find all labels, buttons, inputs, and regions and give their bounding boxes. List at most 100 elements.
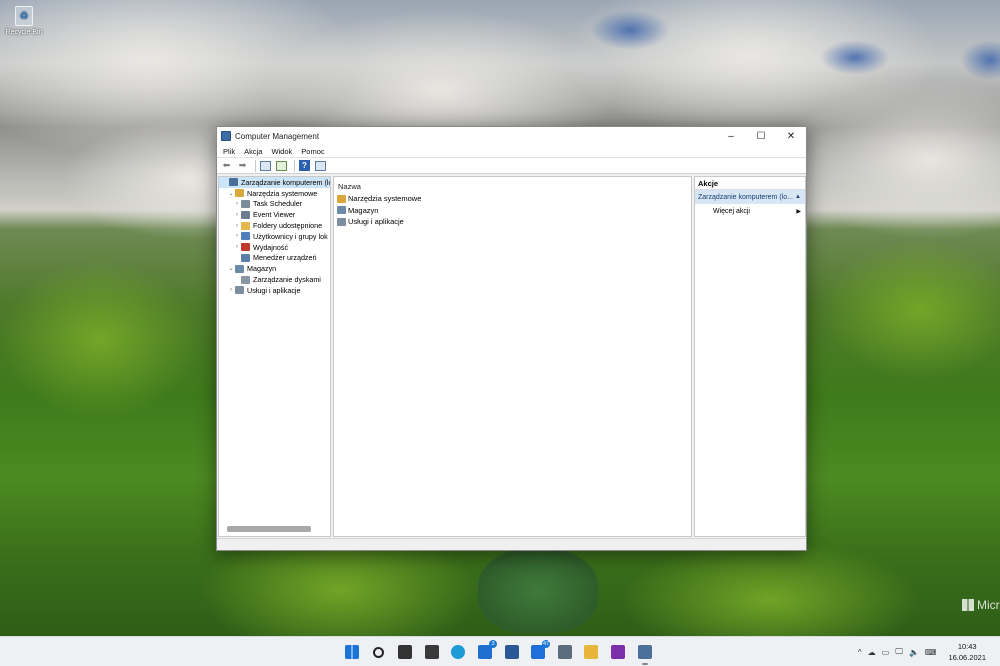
computer-management-window: Computer Management – ☐ ✕ Plik Akcja Wid… (216, 126, 807, 551)
onenote-icon[interactable] (609, 643, 627, 661)
recycle-bin-label: Recycle Bin (5, 29, 43, 36)
word-glyph (504, 645, 519, 659)
tree-node-label: Usługi i aplikacje (247, 285, 301, 295)
tree-node-label: Menedżer urządzeń (253, 253, 317, 263)
list-item-label: Narzędzia systemowe (348, 194, 422, 203)
tree-node-icon (241, 221, 250, 230)
tree-node[interactable]: › Wydajność (219, 242, 330, 253)
recycle-bin-shortcut[interactable]: ♻ Recycle Bin (4, 6, 44, 36)
forward-arrow-icon[interactable]: ➡ (236, 159, 249, 172)
chevron-down-icon[interactable]: ⌄ (227, 265, 235, 272)
tree-node-icon (241, 232, 250, 241)
tree-node-icon (241, 199, 250, 208)
tree-node-label: Magazyn (247, 264, 277, 274)
tree-node[interactable]: ⌄ Magazyn (219, 263, 330, 274)
calculator-icon[interactable] (556, 643, 574, 661)
tree-node-icon (235, 286, 244, 295)
taskbar: 3 47 ^ ☁ ▭ 🖵 🔈 ⌨ 10:43 16.06.2021 (0, 636, 1000, 666)
chevron-right-icon[interactable]: › (227, 287, 235, 293)
tree-node-icon (235, 189, 244, 198)
toolbar-separator (255, 159, 256, 172)
file-explorer-icon[interactable] (582, 643, 600, 661)
tree-node[interactable]: Zarządzanie dyskami (219, 274, 330, 285)
menu-plik[interactable]: Plik (223, 147, 235, 156)
tree-node[interactable]: Menedżer urządzeń (219, 253, 330, 264)
microsoft-logo-icon (962, 599, 974, 611)
chevron-right-icon[interactable]: › (233, 233, 241, 239)
volume-icon[interactable]: 🔈 (909, 648, 919, 657)
widgets-icon[interactable] (423, 643, 441, 661)
clock-time: 10:43 (957, 642, 977, 651)
menu-bar: Plik Akcja Widok Pomoc (217, 145, 806, 157)
chevron-right-icon[interactable]: › (233, 212, 241, 218)
cloud-icon[interactable]: ☁ (868, 648, 876, 657)
tree-node[interactable]: › Foldery udostępnione (219, 220, 330, 231)
toolbar: ⬅ ➡ ? (217, 157, 806, 174)
chevron-right-icon[interactable]: › (233, 244, 241, 250)
close-button[interactable]: ✕ (776, 127, 806, 145)
battery-icon[interactable]: ▭ (882, 648, 890, 657)
recycle-bin-icon: ♻ (15, 6, 33, 26)
collapse-up-icon: ▲ (795, 194, 801, 200)
notification-badge: 47 (542, 640, 551, 648)
menu-akcja[interactable]: Akcja (244, 147, 262, 156)
action-pane-icon (315, 160, 326, 171)
menu-pomoc[interactable]: Pomoc (301, 147, 324, 156)
tree-node-icon (241, 275, 250, 284)
title-bar[interactable]: Computer Management – ☐ ✕ (217, 127, 806, 145)
computer-management-icon (221, 131, 231, 141)
computer-management-icon[interactable] (636, 643, 654, 665)
tree-node[interactable]: › Event Viewer (219, 209, 330, 220)
task-view-glyph (398, 645, 413, 659)
list-item-icon (337, 206, 346, 214)
minimize-button[interactable]: – (716, 127, 746, 145)
maximize-button[interactable]: ☐ (746, 127, 776, 145)
search-icon[interactable] (370, 643, 388, 661)
list-item-label: Magazyn (348, 205, 379, 215)
console-tree-toggle-button[interactable] (259, 159, 272, 172)
calculator-glyph (557, 645, 572, 659)
task-view-icon[interactable] (396, 643, 414, 661)
export-list-button[interactable] (275, 159, 288, 172)
help-icon: ? (299, 160, 310, 171)
file-explorer-glyph (584, 645, 599, 659)
list-item[interactable]: Narzędzia systemowe (337, 193, 421, 204)
start-glyph (345, 645, 359, 659)
help-button[interactable]: ? (298, 159, 311, 172)
tree-horizontal-scrollbar[interactable] (227, 526, 311, 532)
search-glyph (373, 646, 385, 658)
word-icon[interactable] (503, 643, 521, 661)
list-item[interactable]: Magazyn (337, 205, 378, 216)
keyboard-icon[interactable]: ⌨ (925, 648, 937, 657)
chevron-right-icon[interactable]: › (233, 201, 241, 207)
chevron-down-icon[interactable]: ⌄ (227, 190, 235, 197)
start-icon[interactable] (343, 643, 361, 661)
tree-node-icon (241, 253, 250, 262)
mail-icon[interactable]: 3 (476, 640, 497, 661)
chevron-right-icon[interactable]: › (233, 223, 241, 229)
action-pane-toggle-button[interactable] (314, 159, 327, 172)
tray-overflow-chevron-icon[interactable]: ^ (858, 648, 862, 657)
tree-node-label: Zarządzanie komputerem (lokal (241, 177, 330, 187)
tree-node[interactable]: ⌄ Narzędzia systemowe (219, 188, 330, 199)
tree-node[interactable]: › Task Scheduler (219, 199, 330, 210)
notifications-app-icon[interactable]: 47 (529, 640, 551, 661)
edge-icon[interactable] (449, 643, 467, 661)
more-actions-link[interactable]: Więcej akcji ▶ (695, 204, 805, 218)
tree-node[interactable]: › Użytkownicy i grupy lok (219, 231, 330, 242)
tree-node-label: Wydajność (253, 242, 289, 252)
tree-node[interactable]: › Usługi i aplikacje (219, 285, 330, 296)
network-icon[interactable]: 🖵 (895, 647, 903, 657)
column-header-nazwa[interactable]: Nazwa (338, 182, 361, 191)
tree-node-label: Event Viewer (253, 210, 296, 220)
notification-badge: 3 (488, 640, 497, 648)
menu-widok[interactable]: Widok (271, 147, 292, 156)
tree-node[interactable]: Zarządzanie komputerem (lokal (219, 177, 330, 188)
clock[interactable]: 10:43 16.06.2021 (948, 641, 986, 663)
tree-node-icon (241, 210, 250, 219)
console-tree-icon (260, 160, 271, 171)
list-item[interactable]: Usługi i aplikacje (337, 216, 404, 227)
console-tree: Zarządzanie komputerem (lokal ⌄ Narzędzia … (218, 176, 331, 537)
back-arrow-icon[interactable]: ⬅ (220, 159, 233, 172)
actions-section-computer-management[interactable]: Zarządzanie komputerem (lo... ▲ (695, 190, 805, 204)
